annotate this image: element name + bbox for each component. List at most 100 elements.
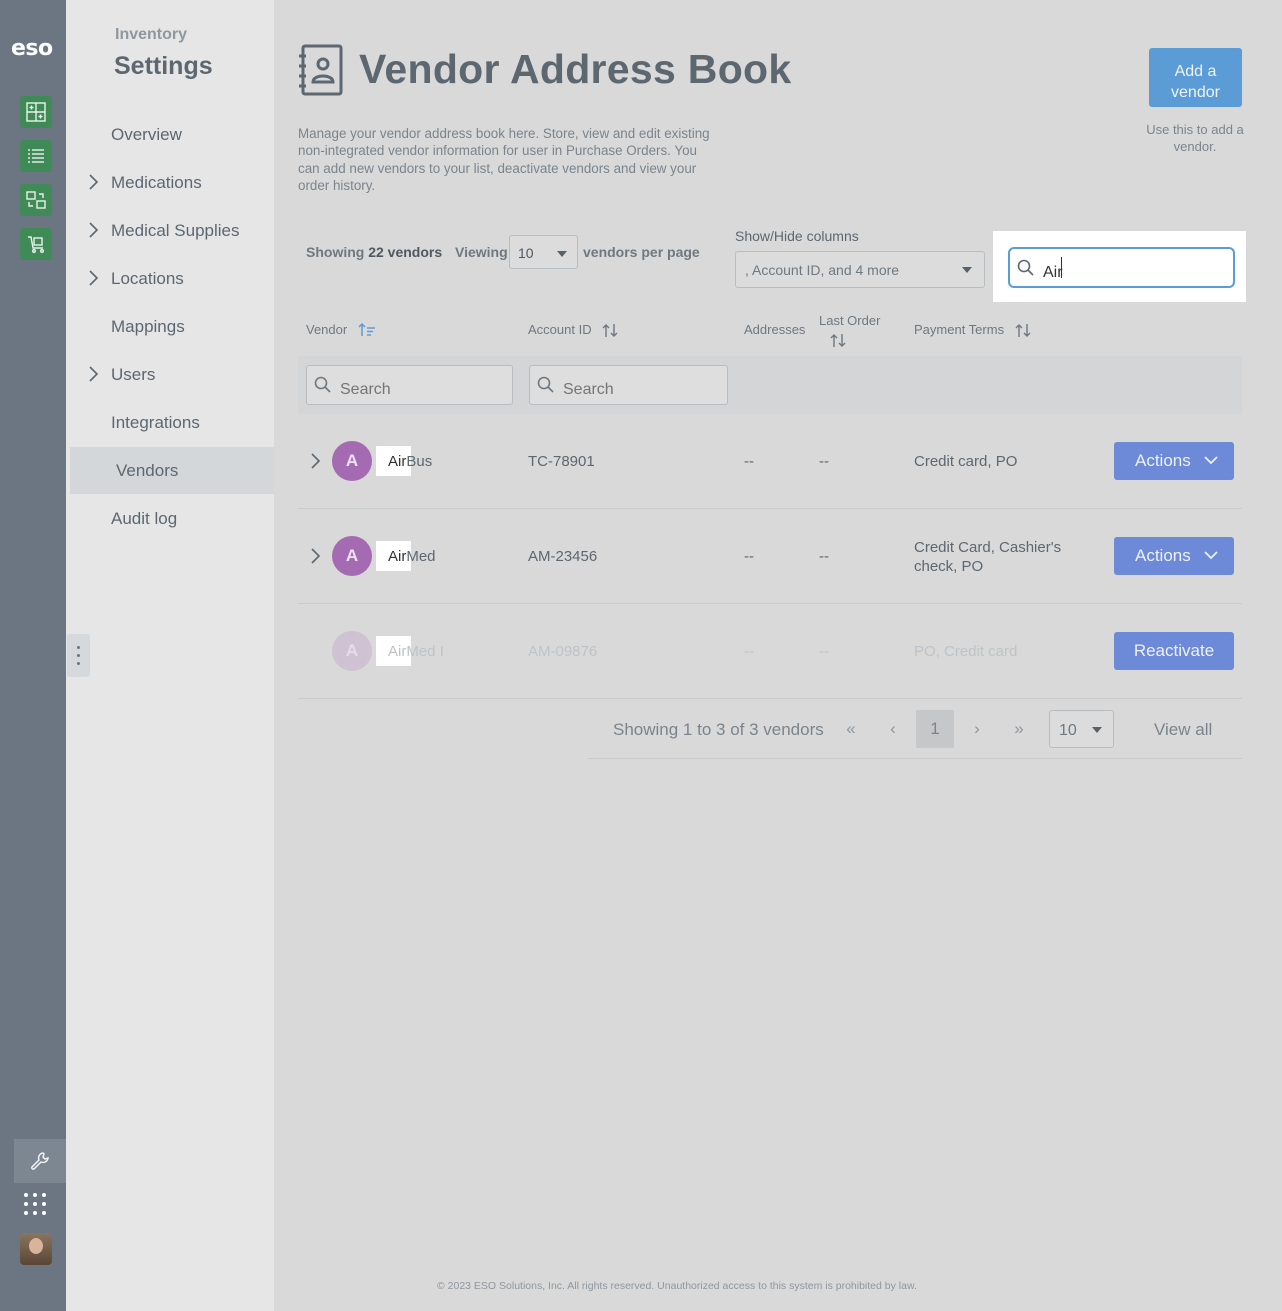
add-vendor-label-line1: Add a xyxy=(1174,62,1217,80)
actions-button[interactable]: Actions xyxy=(1114,537,1234,575)
account-id-cell: AM-23456 xyxy=(528,548,598,565)
row-divider xyxy=(298,603,1242,604)
first-page-button[interactable]: « xyxy=(832,710,870,748)
chevron-right-icon[interactable] xyxy=(309,547,321,565)
col-header-payment-terms[interactable]: Payment Terms xyxy=(914,322,1004,337)
search-icon xyxy=(1017,259,1034,276)
page-size-select[interactable]: 10 xyxy=(1049,710,1114,748)
vendor-name-match: Air xyxy=(388,643,407,660)
sort-icon[interactable] xyxy=(830,333,846,348)
search-icon xyxy=(314,376,331,393)
row-divider xyxy=(298,698,1242,699)
chevron-right-icon xyxy=(89,222,99,238)
nav-item-medications[interactable]: Medications xyxy=(70,159,274,206)
col-header-last-order[interactable]: Last Order xyxy=(819,313,880,328)
transfer-app-icon[interactable] xyxy=(20,184,52,216)
page-size-value: 10 xyxy=(1059,722,1077,739)
addresses-cell: -- xyxy=(744,548,754,565)
per-page-select[interactable]: 10 xyxy=(509,235,578,269)
apps-grid-icon[interactable] xyxy=(24,1193,46,1215)
last-order-cell: -- xyxy=(819,453,829,470)
last-order-cell: -- xyxy=(819,548,829,565)
vendor-name-match: Air xyxy=(388,548,407,565)
chevron-down-icon xyxy=(1204,551,1218,560)
settings-nav: Inventory Settings Overview Medications … xyxy=(66,0,274,1311)
caret-down-icon xyxy=(1092,727,1102,733)
sort-icon[interactable] xyxy=(602,323,618,338)
view-all-link[interactable]: View all xyxy=(1154,720,1212,740)
vendor-name-rest: Med I xyxy=(406,643,444,660)
actions-label: Actions xyxy=(1135,451,1191,470)
addresses-cell: -- xyxy=(744,643,754,660)
account-id-cell: AM-09876 xyxy=(528,643,598,660)
vendor-filter-input[interactable] xyxy=(306,365,513,405)
account-id-filter-input[interactable] xyxy=(529,365,728,405)
nav-item-label: Medications xyxy=(111,172,202,192)
nav-item-label: Integrations xyxy=(111,412,200,432)
vendor-name-match: Air xyxy=(388,453,407,470)
add-vendor-button[interactable]: Add a vendor xyxy=(1149,48,1242,107)
wrench-icon[interactable] xyxy=(14,1139,66,1183)
avatar: A xyxy=(332,631,372,671)
payment-terms-cell: PO, Credit card xyxy=(914,643,1018,660)
columns-select[interactable]: , Account ID, and 4 more xyxy=(735,251,985,288)
caret-down-icon xyxy=(962,267,972,273)
avatar: A xyxy=(332,441,372,481)
add-vendor-label-line2: vendor xyxy=(1171,83,1220,101)
avatar: A xyxy=(332,536,372,576)
nav-resize-handle[interactable] xyxy=(67,634,90,677)
nav-item-mappings[interactable]: Mappings xyxy=(70,303,274,350)
reactivate-button[interactable]: Reactivate xyxy=(1114,632,1234,670)
nav-item-medical-supplies[interactable]: Medical Supplies xyxy=(70,207,274,254)
sort-ascending-icon[interactable] xyxy=(358,322,376,337)
search-icon xyxy=(537,376,554,393)
last-order-cell: -- xyxy=(819,643,829,660)
payment-terms-cell: Credit Card, Cashier's check, PO xyxy=(914,539,1062,575)
nav-item-label: Overview xyxy=(111,124,182,144)
chevron-right-icon[interactable] xyxy=(309,452,321,470)
footer-copyright: © 2023 ESO Solutions, Inc. All rights re… xyxy=(437,1280,917,1292)
last-page-button[interactable]: » xyxy=(1000,710,1038,748)
page-title: Vendor Address Book xyxy=(359,46,792,92)
col-header-vendor[interactable]: Vendor xyxy=(306,322,347,337)
page-description: Manage your vendor address book here. St… xyxy=(298,126,710,194)
nav-heading: Settings xyxy=(114,52,213,80)
actions-label: Actions xyxy=(1135,546,1191,565)
nav-item-label: Medical Supplies xyxy=(111,220,240,240)
viewing-label: Viewing xyxy=(455,244,508,260)
nav-item-vendors[interactable]: Vendors xyxy=(70,447,274,494)
chevron-right-icon xyxy=(89,270,99,286)
nav-kicker: Inventory xyxy=(115,26,188,43)
chevron-right-icon xyxy=(89,174,99,190)
col-header-account-id[interactable]: Account ID xyxy=(528,322,592,337)
page-1-button[interactable]: 1 xyxy=(916,710,954,748)
next-page-button[interactable]: › xyxy=(958,710,996,748)
caret-down-icon xyxy=(557,251,567,257)
nav-item-integrations[interactable]: Integrations xyxy=(70,399,274,446)
vendor-search-input[interactable] xyxy=(1008,247,1235,288)
nav-item-audit-log[interactable]: Audit log xyxy=(70,495,274,542)
user-avatar[interactable] xyxy=(20,1233,52,1265)
sort-icon[interactable] xyxy=(1015,323,1031,338)
cart-app-icon[interactable] xyxy=(20,228,52,260)
nav-item-overview[interactable]: Overview xyxy=(70,111,274,158)
nav-item-locations[interactable]: Locations xyxy=(70,255,274,302)
pagination-divider xyxy=(588,758,1242,759)
vendor-count-prefix: Showing xyxy=(306,244,365,260)
app-rail: eso xyxy=(0,0,66,1311)
actions-button[interactable]: Actions xyxy=(1114,442,1234,480)
list-app-icon[interactable] xyxy=(20,140,52,172)
nav-item-users[interactable]: Users xyxy=(70,351,274,398)
chevron-right-icon xyxy=(89,366,99,382)
columns-value: , Account ID, and 4 more xyxy=(745,262,900,278)
inventory-app-icon[interactable] xyxy=(20,96,52,128)
vendor-count-value: 22 vendors xyxy=(368,244,443,260)
payment-terms-cell: Credit card, PO xyxy=(914,453,1018,470)
chevron-down-icon xyxy=(1204,456,1218,465)
col-header-addresses: Addresses xyxy=(744,322,806,337)
vendor-count: Showing 22 vendors xyxy=(306,244,442,260)
nav-item-label: Vendors xyxy=(116,460,179,480)
per-page-value: 10 xyxy=(518,245,534,261)
prev-page-button[interactable]: ‹ xyxy=(874,710,912,748)
addresses-cell: -- xyxy=(744,453,754,470)
